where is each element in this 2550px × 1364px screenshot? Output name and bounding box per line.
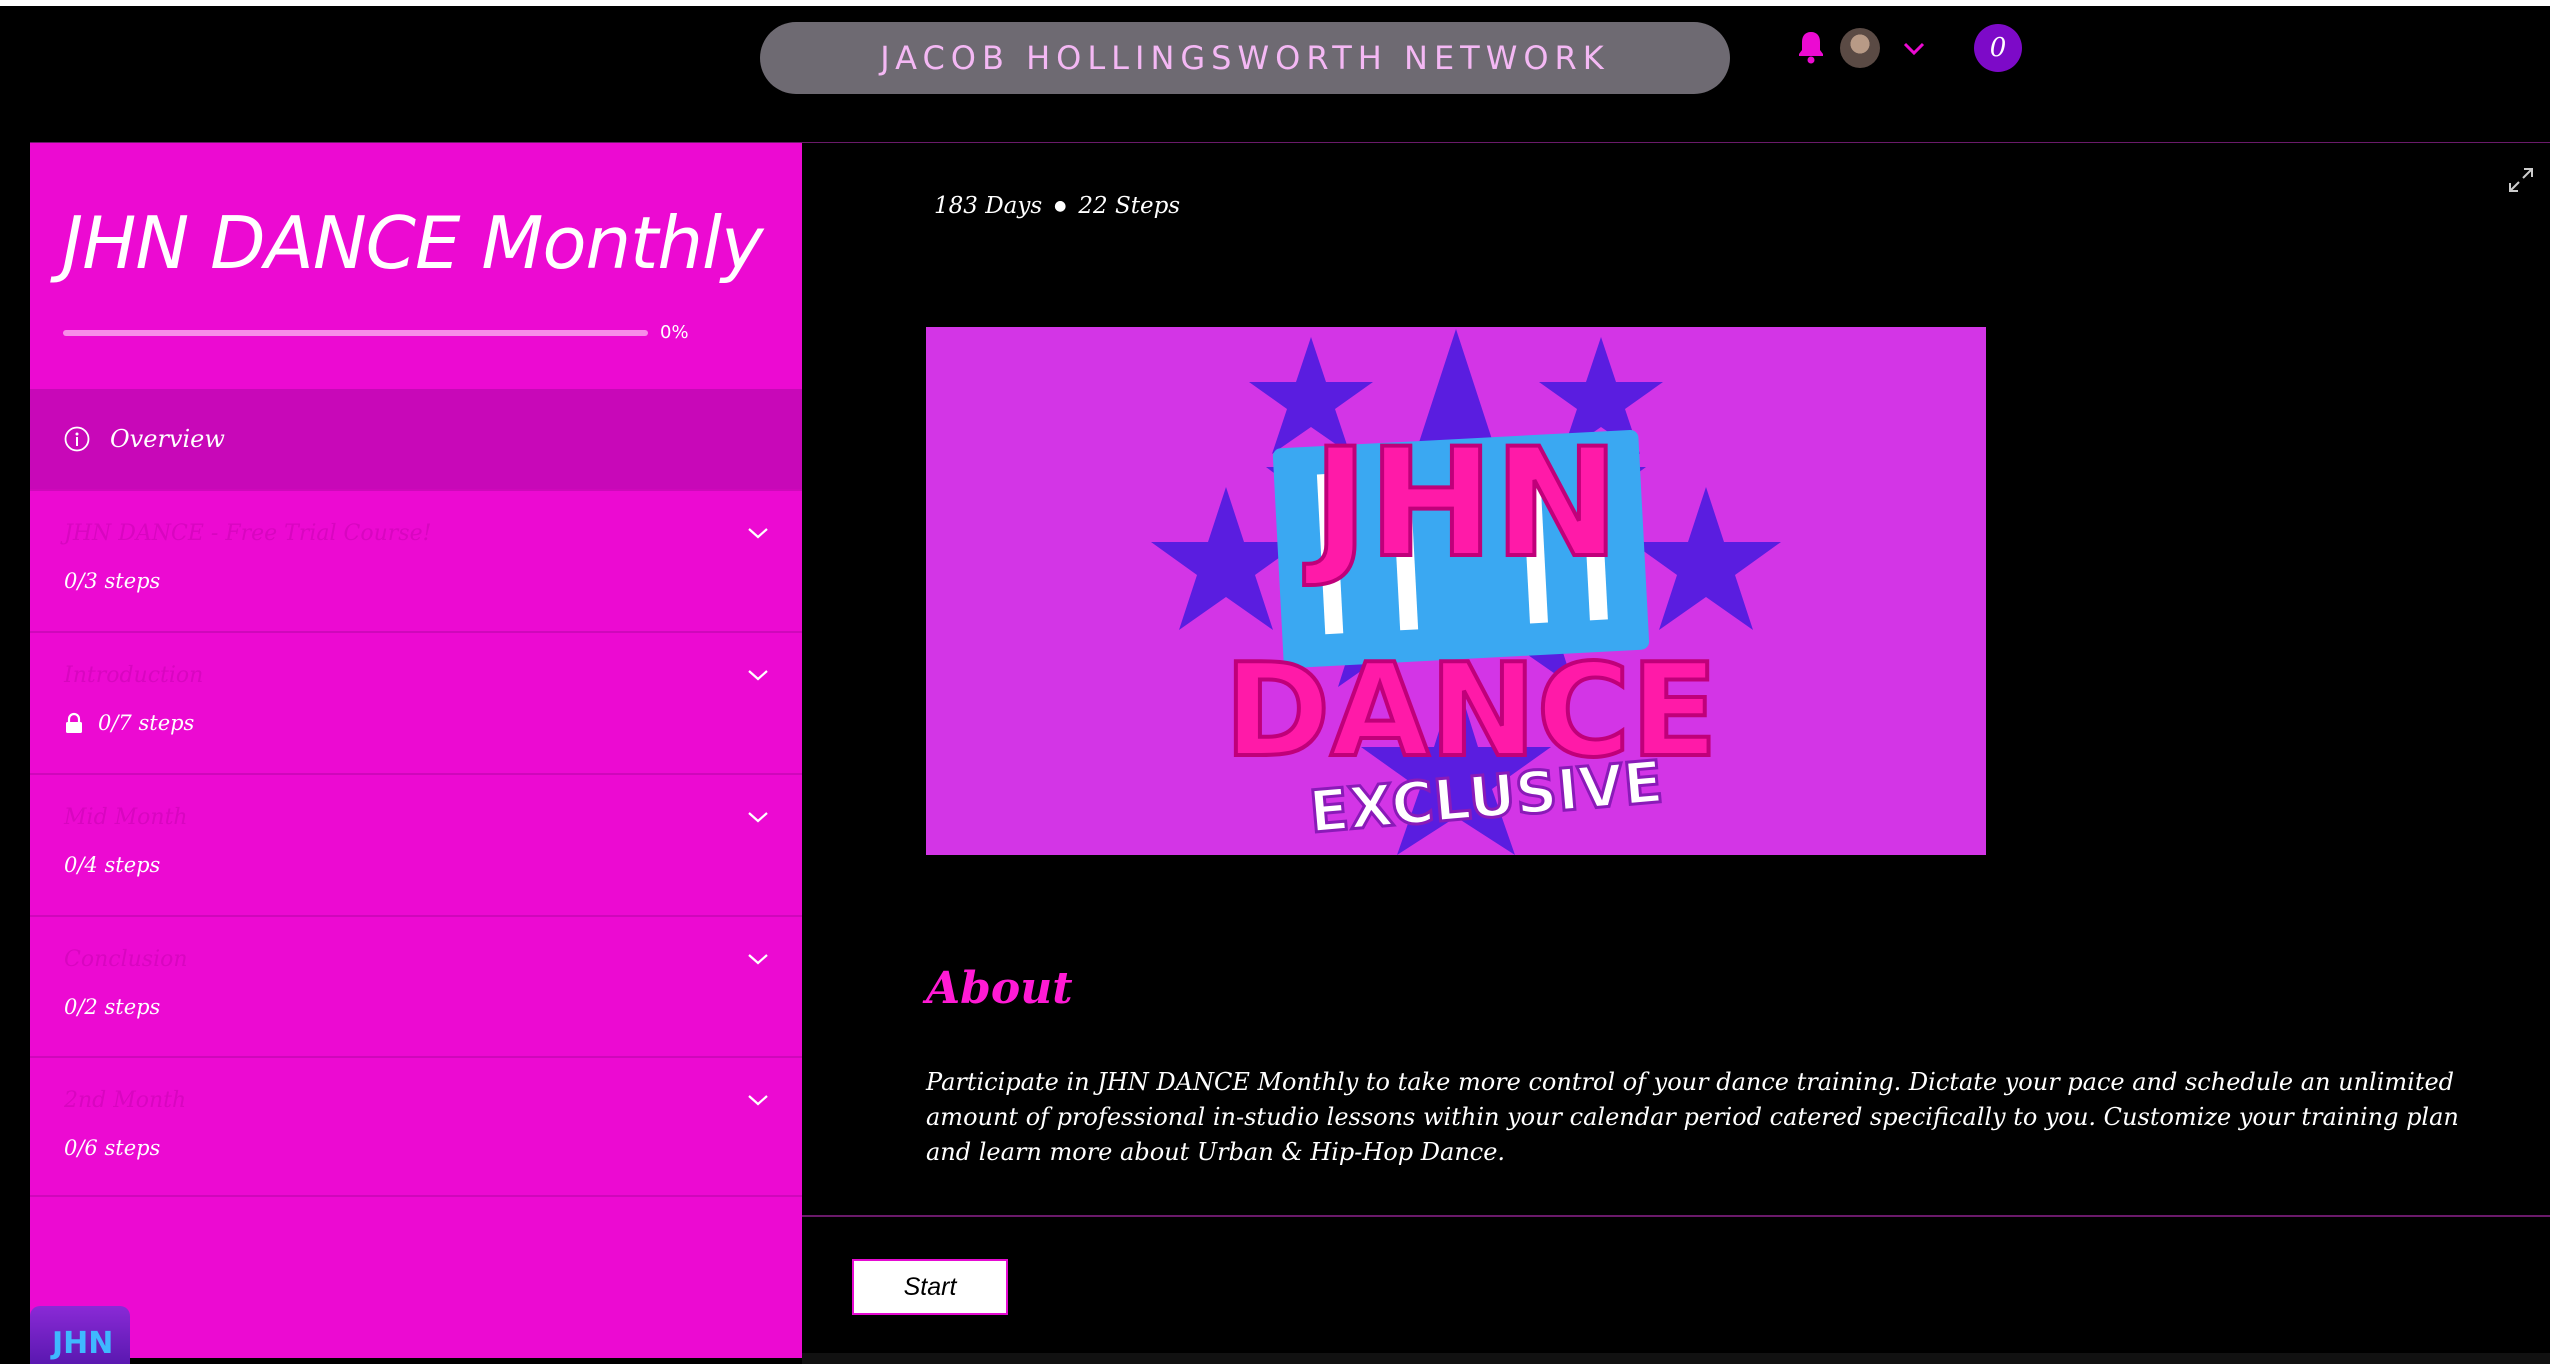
bell-icon[interactable] [1796,30,1826,64]
footer-divider [802,1215,2550,1217]
lock-icon [66,712,82,733]
program-duration: 183 Days [934,193,1043,219]
meta-separator: ● [1054,198,1067,214]
progress-bar [63,330,648,336]
program-step-count: 22 Steps [1078,193,1181,219]
section-introduction[interactable]: Introduction 0/7 steps [30,631,802,773]
jhn-dance-logo-graphic: JHN DANCE EXCLUSIVE [1151,329,1781,855]
section-steps-label: 0/2 steps [64,995,161,1019]
expand-icon[interactable] [2506,165,2536,195]
cart-count: 0 [1989,33,2007,63]
sidebar-divider [30,1195,802,1197]
section-title: JHN DANCE - Free Trial Course! [64,521,432,546]
program-hero-image: JHN DANCE EXCLUSIVE [926,327,1986,855]
sidebar-item-overview[interactable]: Overview [30,389,802,489]
section-steps: 0/6 steps [64,1136,160,1160]
chevron-down-icon[interactable] [1900,36,1928,60]
chevron-down-icon[interactable] [746,1090,770,1110]
progress-percent: 0% [660,322,689,343]
section-mid-month[interactable]: Mid Month 0/4 steps [30,773,802,915]
section-title: Mid Month [64,805,188,830]
hero-text-jhn: JHN [1304,417,1620,591]
section-steps-label: 0/7 steps [98,711,195,735]
cart-button[interactable]: 0 [1974,24,2022,72]
section-title: 2nd Month [64,1088,187,1113]
info-icon [64,426,90,452]
section-title: Introduction [64,663,204,688]
program-sidebar: JHN DANCE Monthly 0% Overview JHN DANCE … [30,143,802,1358]
site-header: JACOB HOLLINGSWORTH NETWORK 0 [0,6,2550,142]
start-button[interactable]: Start [852,1259,1008,1315]
bottom-strip [802,1353,2550,1364]
section-steps-label: 0/4 steps [64,853,161,877]
chevron-down-icon[interactable] [746,523,770,543]
chevron-down-icon[interactable] [746,665,770,685]
mini-logo-text: JHN [52,1326,114,1361]
chevron-down-icon[interactable] [746,807,770,827]
program-overview-panel: 183 Days ● 22 Steps JHN DANCE EXCLUSIVE … [802,143,2550,1364]
program-meta: 183 Days ● 22 Steps [934,193,1180,219]
site-title: JACOB HOLLINGSWORTH NETWORK [880,39,1610,77]
overview-label: Overview [110,425,225,453]
section-steps: 0/4 steps [64,853,160,877]
section-steps: 0/2 steps [64,995,160,1019]
program-description: Participate in JHN DANCE Monthly to take… [926,1068,2459,1166]
about-heading: About [926,963,1073,1014]
site-title-banner[interactable]: JACOB HOLLINGSWORTH NETWORK [760,22,1730,94]
chevron-down-icon[interactable] [746,949,770,969]
section-steps-label: 0/3 steps [64,569,161,593]
section-conclusion[interactable]: Conclusion 0/2 steps [30,915,802,1057]
section-free-trial[interactable]: JHN DANCE - Free Trial Course! 0/3 steps [30,489,802,631]
section-steps: 0/3 steps [64,569,160,593]
program-title: JHN DANCE Monthly [62,201,764,285]
section-2nd-month[interactable]: 2nd Month 0/6 steps [30,1056,802,1198]
user-avatar[interactable] [1840,28,1880,68]
section-title: Conclusion [64,947,188,972]
chat-widget-logo[interactable]: JHN [30,1306,130,1364]
section-steps: 0/7 steps [64,711,194,735]
section-steps-label: 0/6 steps [64,1136,161,1160]
